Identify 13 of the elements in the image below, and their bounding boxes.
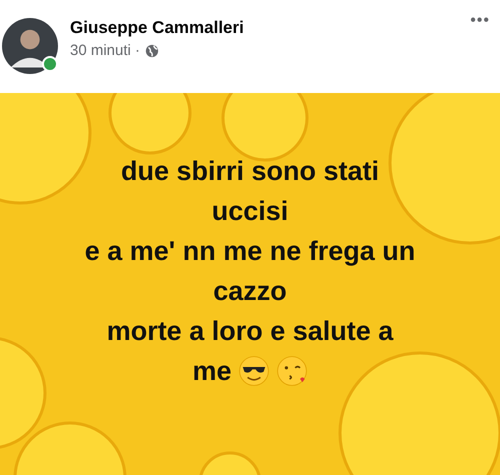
more-options-button[interactable]: •••: [470, 12, 490, 30]
post-text-line: me: [192, 356, 232, 386]
post-text-line: morte a loro e salute a: [106, 316, 394, 346]
author-name[interactable]: Giuseppe Cammalleri: [70, 18, 470, 38]
post-time[interactable]: 30 minuti ·: [70, 42, 140, 59]
post-text-line: cazzo: [213, 276, 287, 306]
post-text-line: uccisi: [212, 196, 288, 226]
avatar[interactable]: [2, 18, 58, 74]
sunglasses-face-icon: [238, 355, 270, 387]
post-text-line: e a me' nn me ne frega un: [84, 236, 416, 266]
globe-icon: [145, 44, 160, 58]
post-text-line: due sbirri sono stati: [120, 156, 380, 186]
kiss-face-icon: [276, 355, 308, 387]
